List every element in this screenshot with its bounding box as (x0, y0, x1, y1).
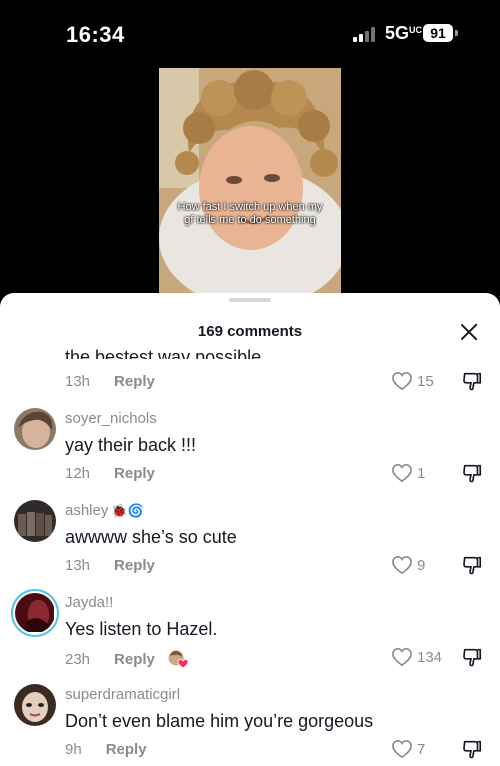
truncated-comment-text: the bestest way possible (65, 347, 262, 359)
like-count: 9 (417, 556, 426, 574)
dislike-icon (463, 556, 482, 575)
comment-meta: 13h Reply (65, 373, 155, 390)
username-text: Jayda!! (65, 594, 114, 611)
like-button[interactable]: 134 (391, 647, 442, 667)
comment-time: 9h (65, 741, 82, 758)
dislike-button[interactable] (461, 738, 483, 765)
like-count: 134 (417, 648, 443, 666)
like-button[interactable]: 9 (391, 555, 425, 575)
like-button[interactable]: 1 (391, 463, 425, 483)
comment-meta: 9h Reply (65, 741, 147, 758)
avatar-image (14, 408, 56, 450)
avatar-image (15, 593, 54, 632)
heart-outline-icon (392, 739, 412, 759)
video-thumbnail[interactable]: How fast I switch up when my gf tells me… (159, 68, 341, 293)
comment-text: awwww she’s so cute (65, 527, 237, 547)
comment-time: 12h (65, 465, 91, 482)
dislike-button[interactable] (461, 646, 483, 673)
dislike-button[interactable] (461, 462, 483, 489)
comment-time: 13h (65, 557, 91, 574)
like-count: 15 (417, 372, 434, 390)
avatar[interactable] (14, 500, 56, 542)
avatar-image (14, 500, 56, 542)
dislike-button[interactable] (461, 370, 483, 397)
reply-button[interactable]: Reply (106, 741, 147, 758)
video-caption: How fast I switch up when my gf tells me… (177, 201, 323, 226)
heart-outline-icon (392, 371, 412, 391)
comment-text: Yes listen to Hazel. (65, 619, 218, 639)
comment-time: 13h (65, 373, 91, 390)
comment-username[interactable]: soyer_nichols (65, 410, 157, 427)
comment-text: Don’t even blame him you’re gorgeous (65, 711, 374, 731)
comment-time: 23h (65, 650, 91, 668)
creator-liked-icon (167, 649, 189, 669)
network-type: 5GUC (385, 23, 423, 43)
battery-icon: 91 (423, 24, 453, 42)
status-bar: 16:34 5GUC 91 (0, 0, 500, 62)
dislike-icon (463, 372, 482, 391)
close-icon[interactable] (459, 322, 479, 342)
dislike-icon (463, 464, 482, 483)
comment-meta: 13h Reply (65, 557, 155, 574)
reply-button[interactable]: Reply (114, 373, 155, 390)
dislike-icon (463, 740, 482, 759)
comments-sheet: 169 comments the bestest way possible 13… (0, 293, 500, 766)
username-text: soyer_nichols (65, 410, 157, 427)
comment-username[interactable]: superdramaticgirl (65, 686, 180, 703)
avatar-image (14, 684, 56, 726)
avatar[interactable] (14, 408, 56, 450)
dislike-icon (463, 648, 482, 667)
username-text: ashley (65, 502, 109, 519)
battery-tip (455, 30, 458, 36)
reply-button[interactable]: Reply (114, 557, 155, 574)
avatar[interactable] (14, 684, 56, 726)
username-text: superdramaticgirl (65, 686, 181, 703)
heart-outline-icon (392, 555, 412, 575)
comment-username[interactable]: ashley 🐞🌀 (65, 502, 144, 519)
comment-username[interactable]: Jayda!! (65, 594, 113, 611)
reply-button[interactable]: Reply (114, 651, 155, 668)
comment-text: yay their back !!! (65, 435, 197, 455)
like-count: 7 (417, 740, 426, 758)
avatar-with-story-ring[interactable] (11, 589, 59, 637)
sheet-grabber[interactable] (229, 298, 271, 302)
reply-button[interactable]: Reply (114, 465, 155, 482)
video-frame (159, 68, 341, 293)
comment-meta: 23h Reply (65, 649, 189, 669)
heart-outline-icon (392, 463, 412, 483)
like-count: 1 (417, 464, 426, 482)
heart-outline-icon (392, 647, 412, 667)
dislike-button[interactable] (461, 554, 483, 581)
like-button[interactable]: 15 (391, 371, 434, 391)
like-button[interactable]: 7 (391, 739, 425, 759)
comment-meta: 12h Reply (65, 465, 155, 482)
signal-icon (353, 27, 379, 42)
username-emojis: 🐞🌀 (111, 502, 144, 518)
status-time: 16:34 (66, 22, 125, 47)
